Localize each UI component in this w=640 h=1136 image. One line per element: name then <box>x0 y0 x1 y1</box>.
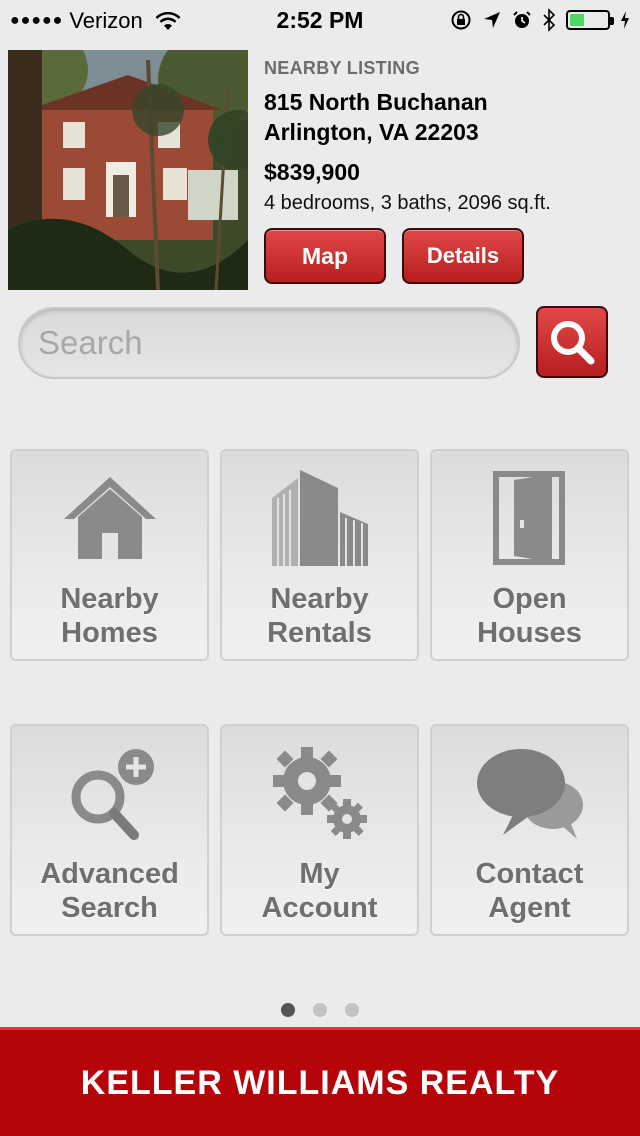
tile-icon-wrap <box>12 740 207 845</box>
map-button[interactable]: Map <box>264 228 386 284</box>
tile-label-line1: Advanced <box>40 858 179 890</box>
door-icon <box>492 470 565 565</box>
tile-nearby-rentals[interactable]: Nearby Rentals <box>220 449 419 661</box>
tile-icon-wrap <box>222 740 417 845</box>
nearby-listing: NEARBY LISTING 815 North Buchanan Arling… <box>8 50 632 290</box>
tile-label-line2: Homes <box>61 617 158 649</box>
brand-footer[interactable]: KELLER WILLIAMS REALTY <box>0 1027 640 1136</box>
details-button[interactable]: Details <box>402 228 524 284</box>
house-icon <box>63 476 156 559</box>
tile-icon-wrap <box>12 465 207 570</box>
alarm-icon <box>513 11 531 28</box>
tile-label-line2: Search <box>61 892 158 924</box>
brand-name: KELLER WILLIAMS REALTY <box>80 1063 560 1102</box>
tile-icon-wrap <box>432 740 627 845</box>
rotation-lock-icon <box>451 10 471 30</box>
page-dot[interactable] <box>281 1003 295 1017</box>
search-input[interactable] <box>20 309 518 377</box>
chat-bubbles-icon <box>476 748 583 839</box>
listing-address-line1: 815 North Buchanan <box>264 89 488 115</box>
gears-icon <box>272 746 367 839</box>
tile-label-line2: Houses <box>477 617 582 649</box>
location-arrow-icon <box>484 12 500 28</box>
magnifier-plus-icon <box>71 748 154 840</box>
listing-section-label: NEARBY LISTING <box>264 58 420 78</box>
page-dot[interactable] <box>345 1003 359 1017</box>
bluetooth-icon <box>543 8 556 32</box>
buildings-icon <box>271 469 368 566</box>
tile-label-line1: Contact <box>475 858 584 890</box>
tile-label: Advanced Search <box>12 857 207 925</box>
tile-label-line1: My <box>299 858 340 890</box>
tile-nearby-homes[interactable]: Nearby Homes <box>10 449 209 661</box>
listing-info: NEARBY LISTING 815 North Buchanan Arling… <box>264 58 624 215</box>
tile-label-line1: Open <box>492 583 567 615</box>
tile-contact-agent[interactable]: Contact Agent <box>430 724 629 936</box>
listing-price: $839,900 <box>264 159 360 185</box>
tile-my-account[interactable]: My Account <box>220 724 419 936</box>
tile-label-line2: Account <box>261 892 378 924</box>
search-field[interactable] <box>18 307 520 379</box>
status-bar: ●●●●● Verizon 2:52 PM <box>0 0 640 40</box>
battery-tip <box>610 17 614 25</box>
tile-open-houses[interactable]: Open Houses <box>430 449 629 661</box>
battery-level <box>570 14 584 26</box>
tile-label-line2: Rentals <box>267 617 372 649</box>
tile-label-line2: Agent <box>488 892 571 924</box>
tile-label: Open Houses <box>432 582 627 650</box>
tile-icon-wrap <box>222 465 417 570</box>
tile-icon-wrap <box>432 465 627 570</box>
house-photo-image <box>8 50 248 290</box>
tile-label-line1: Nearby <box>270 583 369 615</box>
listing-photo[interactable] <box>8 50 248 290</box>
page-dot[interactable] <box>313 1003 327 1017</box>
tile-label: My Account <box>222 857 417 925</box>
charging-icon <box>621 11 629 29</box>
listing-specs: 4 bedrooms, 3 baths, 2096 sq.ft. <box>264 192 551 214</box>
search-button[interactable] <box>536 306 608 378</box>
listing-address-line2: Arlington, VA 22203 <box>264 119 479 145</box>
page-indicator[interactable] <box>0 1003 640 1017</box>
search-icon <box>551 321 595 365</box>
battery-icon <box>566 10 614 30</box>
status-right <box>450 8 630 32</box>
tile-label-line1: Nearby <box>60 583 159 615</box>
tile-label: Contact Agent <box>432 857 627 925</box>
tile-advanced-search[interactable]: Advanced Search <box>10 724 209 936</box>
tile-label: Nearby Homes <box>12 582 207 650</box>
tile-label: Nearby Rentals <box>222 582 417 650</box>
